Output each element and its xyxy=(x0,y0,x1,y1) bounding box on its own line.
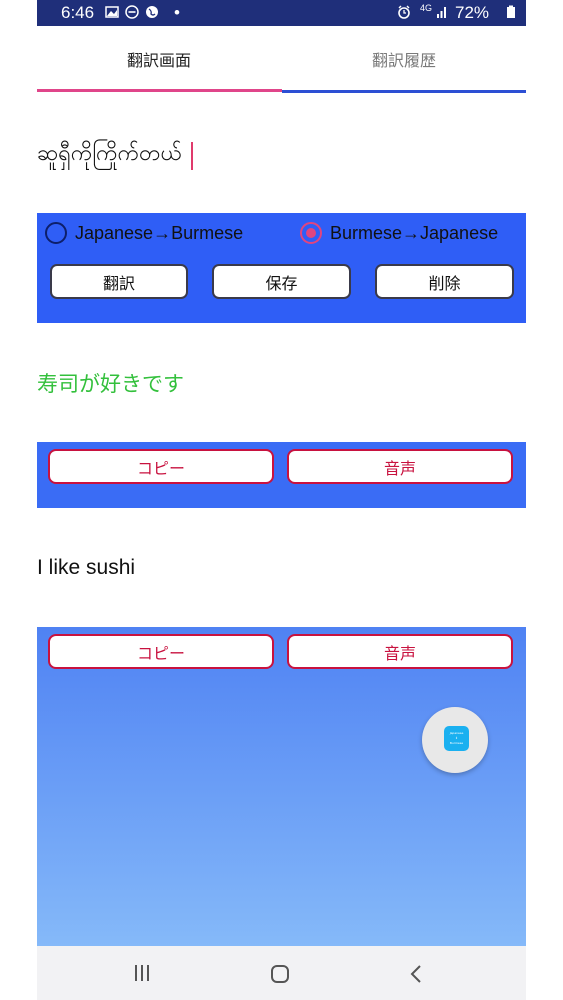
signal-icon xyxy=(437,7,446,18)
image-icon xyxy=(105,6,119,18)
home-icon[interactable] xyxy=(270,964,290,984)
network-indicator: 4G xyxy=(420,3,433,13)
delete-button[interactable]: 削除 xyxy=(375,264,514,299)
navigation-bar xyxy=(37,946,526,1000)
battery-icon xyxy=(507,5,515,18)
speak-english-button[interactable]: 音声 xyxy=(287,634,513,669)
japanese-result-actions: コピー 音声 xyxy=(37,442,526,508)
radio-label-japanese-to-burmese: Japanese→Burmese xyxy=(75,223,244,243)
speak-japanese-button[interactable]: 音声 xyxy=(287,449,513,484)
translate-button[interactable]: 翻訳 xyxy=(50,264,188,299)
status-dot: • xyxy=(174,3,180,22)
tab-bar-divider xyxy=(282,90,526,93)
radio-burmese-to-japanese[interactable] xyxy=(300,222,322,244)
source-text-input[interactable]: ဆူရှီကိုကြိုက်တယ် xyxy=(37,138,182,171)
status-time: 6:46 xyxy=(61,3,95,22)
tab-bar: 翻訳画面 翻訳履歴 xyxy=(37,26,526,92)
english-result-text: I like sushi xyxy=(37,556,136,579)
status-bar: 6:46 • 4G 72% xyxy=(37,0,526,26)
copy-japanese-button[interactable]: コピー xyxy=(48,449,274,484)
tab-history[interactable]: 翻訳履歴 xyxy=(282,26,526,92)
active-tab-indicator xyxy=(37,89,282,92)
radio-label-burmese-to-japanese: Burmese→Japanese xyxy=(330,223,499,243)
globe-icon xyxy=(146,6,158,18)
alarm-icon xyxy=(398,5,410,19)
app-icon-line3: Burmese xyxy=(449,741,464,745)
save-button[interactable]: 保存 xyxy=(212,264,351,299)
radio-japanese-to-burmese[interactable] xyxy=(45,222,67,244)
translation-controls: Japanese→Burmese Burmese→Japanese 翻訳 保存 … xyxy=(37,213,526,323)
english-result-panel: コピー 音声 xyxy=(37,627,526,946)
japanese-result-text: 寿司が好きです xyxy=(37,372,184,396)
back-icon[interactable] xyxy=(409,964,423,984)
dnd-icon xyxy=(125,5,139,19)
battery-percent: 72% xyxy=(455,3,490,22)
copy-english-button[interactable]: コピー xyxy=(48,634,274,669)
recents-icon[interactable] xyxy=(133,964,151,982)
app-icon: Japanese ↕ Burmese xyxy=(444,726,469,751)
tab-translate[interactable]: 翻訳画面 xyxy=(37,26,281,92)
text-cursor xyxy=(191,142,193,170)
